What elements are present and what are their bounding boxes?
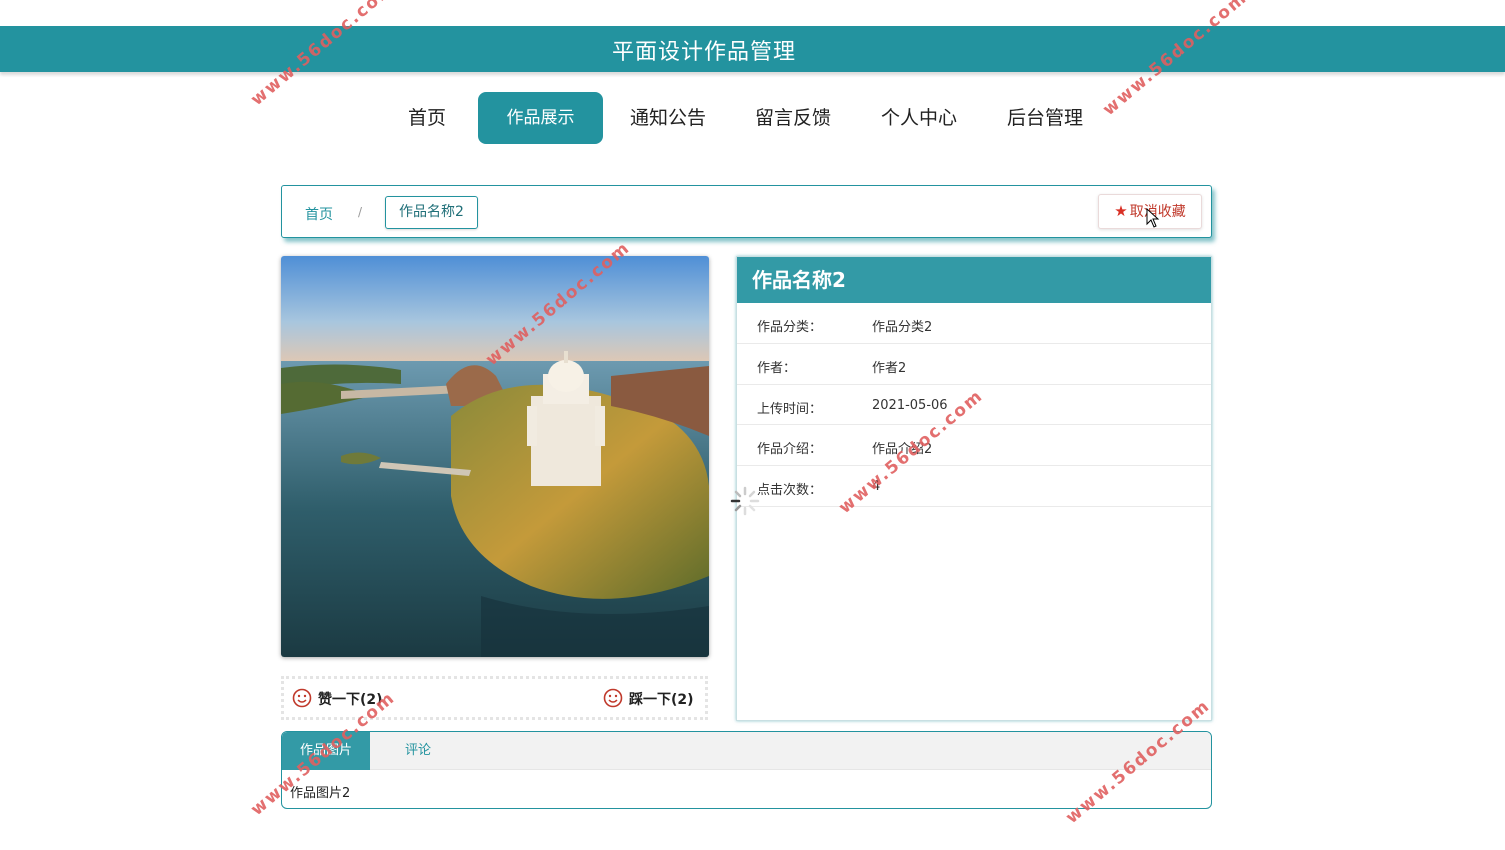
work-info-panel: 作品名称2 作品分类： 作品分类2 作者： 作者2 上传时间： 2021-05-…: [736, 256, 1212, 721]
mouse-cursor-icon: [1146, 207, 1160, 228]
info-row-author: 作者： 作者2: [737, 344, 1211, 385]
info-key: 上传时间：: [757, 402, 823, 417]
site-title: 平面设计作品管理: [612, 40, 797, 65]
nav-item-works[interactable]: 作品展示: [478, 92, 603, 144]
info-key: 作品分类：: [757, 320, 823, 335]
info-row-clicks: 点击次数： 4: [737, 466, 1211, 507]
smile-icon: [292, 688, 312, 712]
info-key: 作者：: [757, 361, 797, 376]
dislike-button[interactable]: 踩一下(2): [603, 688, 694, 712]
nav-item-profile[interactable]: 个人中心: [871, 92, 967, 144]
tab-strip: 作品图片 评论: [282, 732, 1211, 770]
info-key: 作品介绍：: [757, 442, 823, 457]
breadcrumb-home-link[interactable]: 首页: [305, 204, 333, 224]
star-icon: ★: [1114, 202, 1128, 220]
header-banner: 平面设计作品管理: [0, 26, 1505, 72]
tab-comments[interactable]: 评论: [390, 732, 446, 770]
main-nav: 首页 作品展示 通知公告 留言反馈 个人中心 后台管理: [0, 92, 1505, 144]
breadcrumb-separator: /: [358, 205, 363, 219]
work-title: 作品名称2: [737, 257, 1211, 303]
breadcrumb: 首页 / 作品名称2 ★ 取消收藏: [281, 185, 1212, 238]
info-row-category: 作品分类： 作品分类2: [737, 303, 1211, 344]
work-image-picture: [281, 256, 709, 657]
loading-spinner-icon: [728, 484, 762, 518]
info-value: 2021-05-06: [872, 398, 948, 413]
info-row-intro: 作品介绍： 作品介绍2: [737, 425, 1211, 466]
smile-icon: [603, 688, 623, 712]
info-value: 作品分类2: [872, 320, 933, 335]
vote-bar: 赞一下(2) 踩一下(2): [281, 676, 708, 720]
work-image: [281, 256, 709, 657]
detail-tabs: 作品图片 评论 作品图片2: [281, 731, 1212, 809]
info-value: 作者2: [872, 361, 907, 376]
dislike-label: 踩一下(2): [629, 692, 694, 708]
nav-item-admin[interactable]: 后台管理: [997, 92, 1093, 144]
nav-item-home[interactable]: 首页: [396, 92, 458, 144]
info-key: 点击次数：: [757, 483, 823, 498]
nav-item-notices[interactable]: 通知公告: [620, 92, 716, 144]
breadcrumb-current: 作品名称2: [385, 196, 478, 229]
nav-item-feedback[interactable]: 留言反馈: [745, 92, 841, 144]
